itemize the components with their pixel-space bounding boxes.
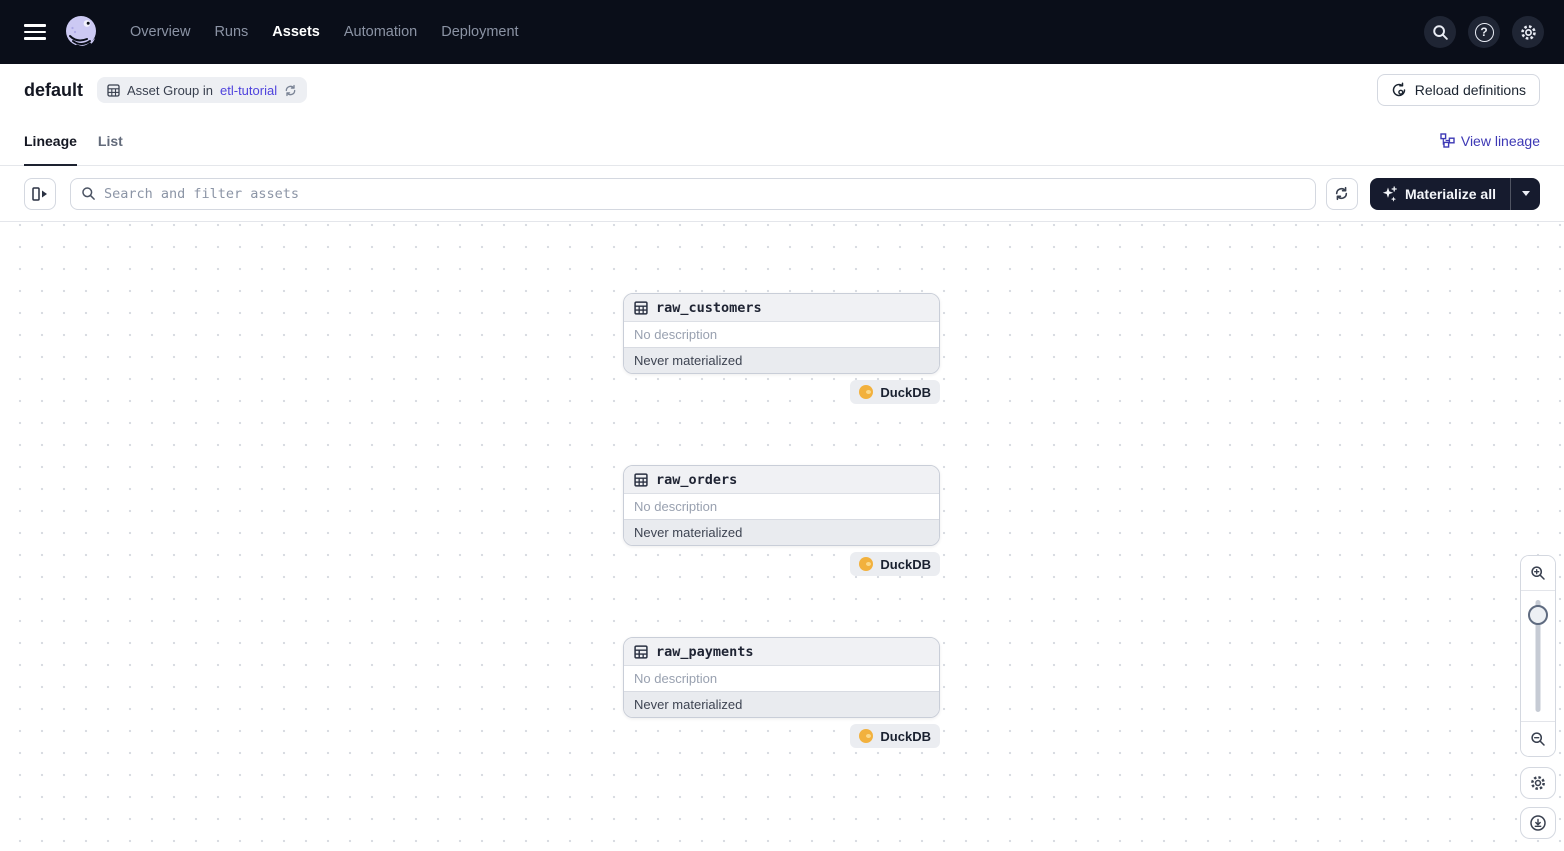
asset-status: Never materialized xyxy=(624,691,939,717)
nav-runs[interactable]: Runs xyxy=(210,18,252,46)
page-title: default xyxy=(24,80,83,101)
open-sidebar-panel-icon[interactable] xyxy=(24,178,56,210)
settings-gear-icon[interactable] xyxy=(1512,16,1544,48)
app-root: Overview Runs Assets Automation Deployme… xyxy=(0,0,1564,851)
table-icon xyxy=(107,84,120,97)
asset-name: raw_orders xyxy=(656,472,737,488)
main-nav: Overview Runs Assets Automation Deployme… xyxy=(126,18,523,46)
reload-icon xyxy=(1391,82,1407,98)
lineage-canvas[interactable]: raw_customers No description Never mater… xyxy=(0,222,1564,851)
asset-description: No description xyxy=(624,494,939,519)
topbar: Overview Runs Assets Automation Deployme… xyxy=(0,0,1564,64)
asset-node-raw-payments[interactable]: raw_payments No description Never materi… xyxy=(623,637,940,718)
lineage-graph-icon xyxy=(1440,133,1455,148)
asset-name: raw_payments xyxy=(656,644,754,660)
tabs-row: Lineage List View lineage xyxy=(0,116,1564,166)
asset-name: raw_customers xyxy=(656,300,762,316)
nav-automation[interactable]: Automation xyxy=(340,18,421,46)
kind-tag-duckdb[interactable]: DuckDB xyxy=(850,552,940,576)
search-input[interactable] xyxy=(104,186,1305,202)
kind-tag-duckdb[interactable]: DuckDB xyxy=(850,724,940,748)
asset-description: No description xyxy=(624,322,939,347)
asset-status: Never materialized xyxy=(624,347,939,373)
page-header: default Asset Group in etl-tutorial Relo… xyxy=(0,64,1564,116)
asset-node-raw-customers[interactable]: raw_customers No description Never mater… xyxy=(623,293,940,374)
zoom-in-icon[interactable] xyxy=(1521,556,1555,590)
asset-search xyxy=(70,178,1316,210)
asset-group-badge: Asset Group in etl-tutorial xyxy=(97,77,307,103)
zoom-controls xyxy=(1520,555,1556,757)
reload-definitions-button[interactable]: Reload definitions xyxy=(1377,74,1540,106)
dagster-logo-icon[interactable] xyxy=(62,13,100,51)
nav-deployment[interactable]: Deployment xyxy=(437,18,522,46)
kind-tag-duckdb[interactable]: DuckDB xyxy=(850,380,940,404)
nav-overview[interactable]: Overview xyxy=(126,18,194,46)
help-icon[interactable]: ? xyxy=(1468,16,1500,48)
duckdb-icon xyxy=(859,385,873,399)
tab-lineage[interactable]: Lineage xyxy=(24,116,77,166)
sparkle-icon xyxy=(1381,185,1398,202)
duckdb-icon xyxy=(859,729,873,743)
sync-icon[interactable] xyxy=(284,84,297,97)
zoom-slider-thumb[interactable] xyxy=(1528,605,1548,625)
tab-list[interactable]: List xyxy=(98,116,123,166)
duckdb-icon xyxy=(859,557,873,571)
topbar-actions: ? xyxy=(1424,16,1544,48)
search-input-icon xyxy=(81,186,96,201)
asset-description: No description xyxy=(624,666,939,691)
zoom-out-icon[interactable] xyxy=(1521,722,1555,756)
asset-group-label: Asset Group in xyxy=(127,83,213,98)
nav-assets[interactable]: Assets xyxy=(268,18,324,46)
asset-status: Never materialized xyxy=(624,519,939,545)
table-icon xyxy=(634,473,648,487)
lineage-toolbar: Materialize all xyxy=(0,166,1564,222)
table-icon xyxy=(634,301,648,315)
materialize-split-button: Materialize all xyxy=(1370,178,1540,210)
refresh-lineage-icon[interactable] xyxy=(1326,178,1358,210)
materialize-options-caret[interactable] xyxy=(1510,178,1540,210)
menu-icon[interactable] xyxy=(24,24,46,40)
materialize-all-button[interactable]: Materialize all xyxy=(1370,178,1510,210)
table-icon xyxy=(634,645,648,659)
asset-node-raw-orders[interactable]: raw_orders No description Never material… xyxy=(623,465,940,546)
view-lineage-link[interactable]: View lineage xyxy=(1440,133,1540,149)
recenter-view-icon[interactable] xyxy=(1520,807,1556,839)
code-location-link[interactable]: etl-tutorial xyxy=(220,83,277,98)
lineage-settings-gear-icon[interactable] xyxy=(1520,767,1556,799)
chevron-down-icon xyxy=(1522,191,1530,196)
search-icon[interactable] xyxy=(1424,16,1456,48)
zoom-slider[interactable] xyxy=(1521,591,1555,721)
